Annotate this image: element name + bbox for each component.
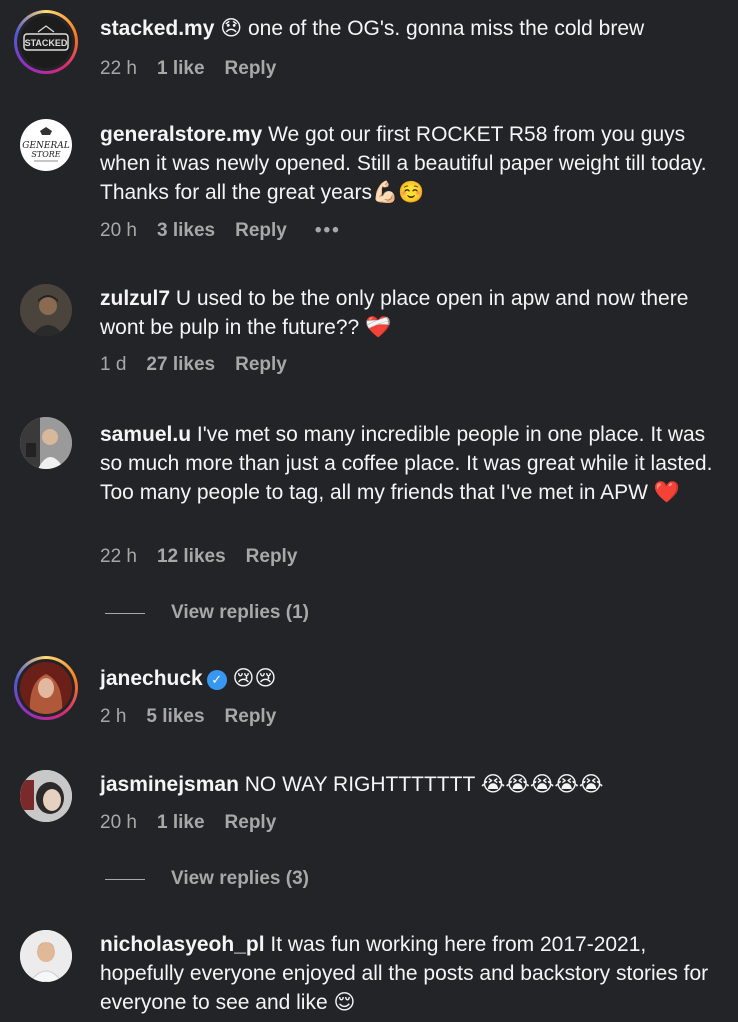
profile-photo-icon (20, 770, 72, 822)
avatar[interactable]: STACKED (14, 10, 78, 74)
reply-button[interactable]: Reply (225, 812, 277, 834)
avatar[interactable] (14, 656, 78, 720)
view-replies-button[interactable]: View replies (3) (105, 868, 309, 890)
comment-meta: 2 h 5 likes Reply (100, 706, 296, 728)
comment-text: nicholasyeoh_pl It was fun working here … (100, 930, 725, 1017)
timestamp: 2 h (100, 706, 127, 727)
timestamp: 1 d (100, 354, 127, 375)
avatar[interactable] (20, 770, 72, 822)
comment-meta: 1 d 27 likes Reply (100, 354, 307, 376)
username[interactable]: nicholasyeoh_pl (100, 933, 265, 956)
profile-photo-icon (20, 930, 72, 982)
comment-meta: 22 h 12 likes Reply (100, 546, 317, 568)
reply-button[interactable]: Reply (225, 58, 277, 80)
timestamp: 22 h (100, 58, 137, 79)
likes-count[interactable]: 3 likes (157, 220, 215, 242)
comment-text: samuel.u I've met so many incredible peo… (100, 420, 725, 507)
profile-photo-icon (20, 284, 72, 336)
timestamp: 22 h (100, 546, 137, 567)
likes-count[interactable]: 12 likes (157, 546, 226, 568)
svg-text:STACKED: STACKED (25, 38, 68, 48)
comment-text: janechuck ✓ 😢😢 (100, 664, 725, 693)
avatar[interactable]: GENERAL STORE (20, 119, 72, 171)
avatar[interactable] (20, 930, 72, 982)
username[interactable]: generalstore.my (100, 123, 262, 146)
comment-text: jasminejsman NO WAY RIGHTTTTTTT 😭😭😭😭😭 (100, 770, 725, 799)
more-options-icon[interactable]: ••• (315, 220, 341, 242)
avatar[interactable] (20, 417, 72, 469)
verified-badge-icon: ✓ (206, 670, 227, 690)
reply-button[interactable]: Reply (225, 706, 277, 728)
likes-count[interactable]: 27 likes (146, 354, 215, 376)
likes-count[interactable]: 1 like (157, 812, 205, 834)
username[interactable]: samuel.u (100, 423, 191, 446)
likes-count[interactable]: 1 like (157, 58, 205, 80)
stacked-logo-icon: STACKED (23, 25, 69, 51)
comment-text: zulzul7 U used to be the only place open… (100, 284, 725, 342)
comment-meta: 20 h 1 like Reply (100, 812, 296, 834)
divider (105, 878, 145, 880)
username[interactable]: jasminejsman (100, 773, 239, 796)
comment-body: U used to be the only place open in apw … (100, 287, 689, 339)
username[interactable]: zulzul7 (100, 287, 170, 310)
username[interactable]: stacked.my (100, 17, 214, 40)
reply-button[interactable]: Reply (235, 220, 287, 242)
profile-photo-icon (20, 417, 72, 469)
comment-text: generalstore.my We got our first ROCKET … (100, 120, 725, 207)
comment-meta: 22 h 1 like Reply (100, 58, 296, 80)
reply-button[interactable]: Reply (235, 354, 287, 376)
likes-count[interactable]: 5 likes (146, 706, 204, 728)
comment-meta: 20 h 3 likes Reply ••• (100, 220, 361, 242)
view-replies-label[interactable]: View replies (3) (171, 868, 309, 890)
svg-text:STORE: STORE (31, 150, 60, 159)
general-store-logo-icon: GENERAL STORE (21, 120, 71, 170)
timestamp: 20 h (100, 812, 137, 833)
comment-body: NO WAY RIGHTTTTTTT 😭😭😭😭😭 (238, 773, 604, 796)
comment-body: I've met so many incredible people in on… (100, 423, 713, 504)
divider (105, 612, 145, 614)
comment-body: 😞 one of the OG's. gonna miss the cold b… (214, 17, 645, 40)
profile-photo-icon (20, 662, 72, 714)
comment-body: 😢😢 (226, 667, 277, 690)
view-replies-button[interactable]: View replies (1) (105, 602, 309, 624)
reply-button[interactable]: Reply (246, 546, 298, 568)
avatar[interactable] (20, 284, 72, 336)
username[interactable]: janechuck (100, 667, 203, 690)
timestamp: 20 h (100, 220, 137, 241)
comment-text: stacked.my 😞 one of the OG's. gonna miss… (100, 14, 725, 43)
view-replies-label[interactable]: View replies (1) (171, 602, 309, 624)
